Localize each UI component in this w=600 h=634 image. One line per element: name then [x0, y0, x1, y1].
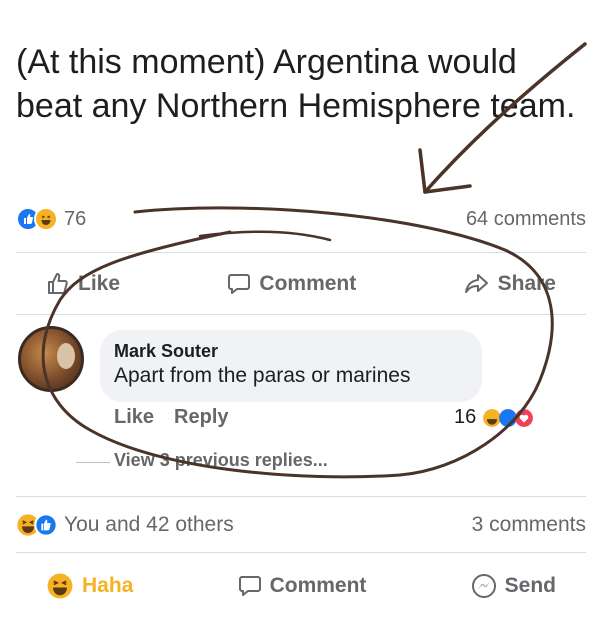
haha-button[interactable]: Haha — [16, 572, 163, 600]
divider — [16, 252, 586, 253]
comment-button-label: Comment — [259, 272, 357, 295]
comment-icon — [238, 576, 261, 596]
like-icon — [34, 513, 58, 537]
post-comments-count[interactable]: 64 comments — [466, 208, 586, 231]
divider — [16, 314, 586, 315]
footer-stats: You and 42 others 3 comments — [16, 510, 586, 540]
send-button[interactable]: Send — [441, 573, 586, 599]
love-icon — [515, 408, 534, 427]
post-reaction-count: 76 — [64, 207, 87, 230]
comment-author[interactable]: Mark Souter — [114, 340, 462, 362]
post-reactions[interactable]: 76 — [16, 207, 86, 231]
thumbs-up-icon — [48, 273, 68, 294]
footer-reaction-text: You and 42 others — [64, 513, 234, 536]
footer-reactions[interactable]: You and 42 others — [16, 513, 234, 537]
footer-comment-button-label: Comment — [269, 574, 367, 597]
comment-reactions[interactable]: 16 — [454, 406, 534, 429]
view-previous-replies[interactable]: View 3 previous replies... — [114, 450, 328, 471]
haha-button-label: Haha — [82, 574, 134, 597]
comment-reply-button[interactable]: Reply — [174, 406, 228, 429]
send-button-label: Send — [504, 574, 556, 597]
share-button-label: Share — [497, 272, 556, 295]
haha-icon — [47, 573, 73, 599]
comment-like-button[interactable]: Like — [114, 406, 154, 429]
divider — [16, 496, 586, 497]
comment-button[interactable]: Comment — [197, 272, 386, 296]
reply-connector — [76, 462, 110, 463]
post-stats: 76 64 comments — [16, 205, 586, 233]
footer-comments-count[interactable]: 3 comments — [472, 513, 586, 537]
post-action-bar: Like Comment Share — [16, 264, 586, 304]
footer-action-bar: Haha Comment Send — [16, 566, 586, 606]
comment-reaction-count: 16 — [454, 406, 477, 428]
divider — [16, 552, 586, 553]
avatar[interactable] — [18, 326, 84, 392]
footer-comment-button[interactable]: Comment — [208, 574, 397, 598]
messenger-icon — [471, 574, 496, 598]
share-icon — [464, 274, 488, 293]
haha-icon — [34, 207, 58, 231]
share-button[interactable]: Share — [434, 272, 586, 296]
comment-actions: Like Reply — [114, 406, 229, 429]
comment-text: Apart from the paras or marines — [114, 364, 411, 387]
like-button[interactable]: Like — [16, 272, 150, 296]
post-text: (At this moment) Argentina would beat an… — [16, 43, 576, 125]
comment-icon — [228, 274, 251, 294]
like-button-label: Like — [78, 272, 121, 295]
comment-bubble[interactable]: Mark Souter Apart from the paras or mari… — [100, 330, 482, 402]
